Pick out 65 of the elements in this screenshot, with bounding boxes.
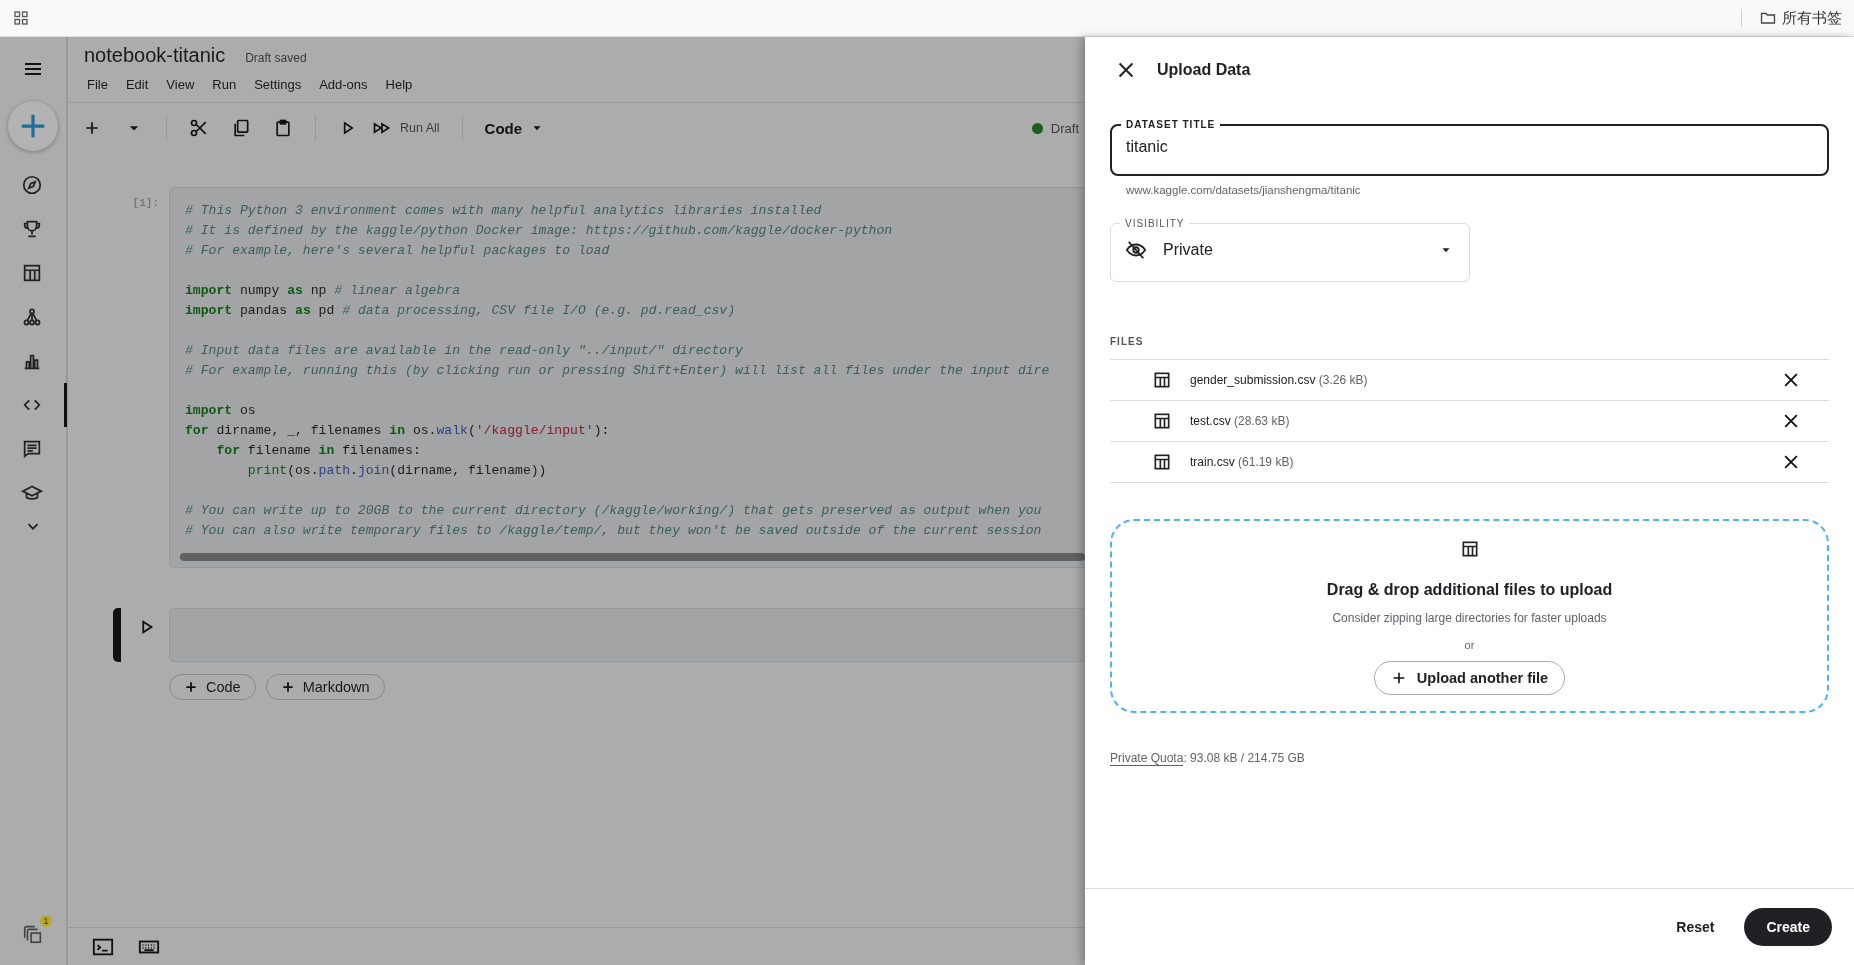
code-line: # This Python 3 environment comes with many helpful analytics libraries installed [185,202,823,220]
code-line: for dirname, _, filenames in os.walk('/kaggle/input'): [185,422,611,440]
menu-item[interactable]: Add-ons [319,77,368,92]
table-icon [1152,411,1172,431]
notification-badge: 1 [40,915,52,927]
paste-icon[interactable] [273,118,293,138]
or-label: or [1464,639,1475,651]
code-line: # For example, running this (by clicking run or pressing Shift+Enter) will list all files under the input dire [185,362,1051,380]
drawer-title: Upload Data [1157,61,1251,79]
code-line: import pandas as pd # data processing, CSV file I/O (e.g. pd.read_csv) [185,302,737,320]
apps-grid-icon[interactable] [13,10,29,26]
reset-button[interactable]: Reset [1670,918,1721,936]
visibility-dropdown[interactable]: VISIBILITY Private [1110,218,1470,282]
compass-icon [21,174,43,196]
file-name: test.csv (28.63 kB) [1190,414,1290,428]
menu-item[interactable]: File [87,77,108,92]
scrollbar[interactable] [180,553,1085,561]
table-icon [21,262,43,284]
code-line: print(os.path.join(dirname, filename)) [246,462,548,480]
copy-icon[interactable] [231,118,251,138]
chat-icon [21,438,43,460]
menu-item[interactable]: Help [385,77,413,92]
dropzone[interactable]: Drag & drop additional files to upload Consider zipping large directories for faster uploads or Upload another file [1110,519,1829,713]
dataset-url: www.kaggle.com/datasets/jianshengma/titanic [1126,184,1362,196]
bookmarks-label[interactable]: 所有书签 [1782,8,1842,28]
code-line: # You can write up to 20GB to the current directory (/kaggle/working/) that gets preserved as output when you [185,502,1043,520]
create-button[interactable]: Create [1744,908,1832,946]
table-icon [1152,370,1172,390]
code-line: # For example, here's several helpful packages to load [185,242,611,260]
code-line: import numpy as np # linear algebra [185,282,462,300]
notebook-title[interactable]: notebook-titanic [84,44,226,67]
dropzone-hint: Consider zipping large directories for faster uploads [1332,611,1607,625]
file-name: gender_submission.csv (3.26 kB) [1190,373,1368,387]
menu-item[interactable]: Edit [125,77,149,92]
eye-off-icon [1125,239,1147,261]
quota-text: Private Quota: 93.08 kB / 214.75 GB [1110,751,1306,765]
menu-item[interactable]: Run [212,77,237,92]
code-line: # You can also write temporary files to /kaggle/temp/, but they won't be saved outside of the current session [185,522,1043,540]
dropzone-title: Drag & drop additional files to upload [1326,581,1613,599]
cell-prompt: [1]: [132,197,159,209]
save-status: Draft saved [245,51,307,65]
table-icon [1152,452,1172,472]
plus-icon [184,680,198,694]
code-cell[interactable] [169,187,1085,568]
code-line: import os [185,402,257,420]
run-all-button[interactable]: Run All [372,118,440,138]
code-line: for filename in filenames: [215,442,422,460]
code-line: # Input data files are available in the read-only "../input/" directory [185,342,744,360]
create-button[interactable] [8,101,58,151]
cut-icon[interactable] [189,118,209,138]
menu-item[interactable]: Settings [254,77,302,92]
network-icon [21,306,43,328]
plus-icon [280,680,295,694]
cell-type-dropdown[interactable]: Code [484,119,545,137]
status-label: Draft [1050,120,1080,136]
menu-item[interactable]: View [166,77,195,92]
file-name: train.csv (61.19 kB) [1190,455,1294,469]
code-line: # It is defined by the kaggle/python Docker image: https://github.com/kaggle/docker-python [185,222,894,240]
upload-button[interactable]: Upload another file [1373,661,1566,695]
folder-icon [1760,10,1776,26]
dataset-title-field[interactable]: DATASET TITLE titanic [1110,119,1829,176]
code-cell[interactable] [169,608,1085,662]
windows-icon[interactable] [22,923,44,945]
files-heading: FILES [1110,336,1145,347]
trophy-icon [21,218,43,240]
